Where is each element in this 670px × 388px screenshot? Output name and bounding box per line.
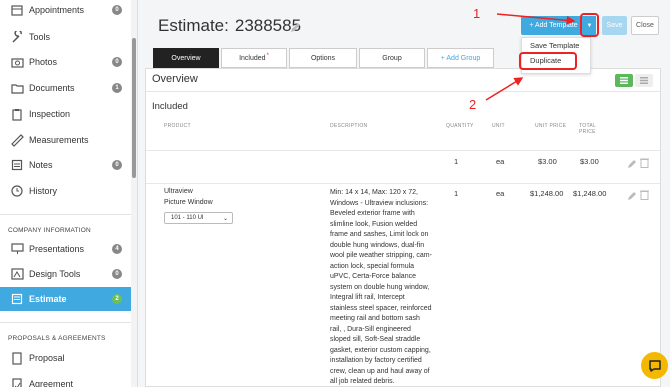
chat-button[interactable] bbox=[641, 352, 668, 379]
annotation-arrow-2 bbox=[485, 77, 524, 101]
annotation-arrow-1 bbox=[496, 13, 576, 25]
chat-icon bbox=[648, 359, 661, 372]
annotation-step-2: 2 bbox=[469, 97, 477, 112]
annotation-arrows bbox=[485, 13, 576, 101]
annotation-step-1: 1 bbox=[473, 6, 481, 21]
